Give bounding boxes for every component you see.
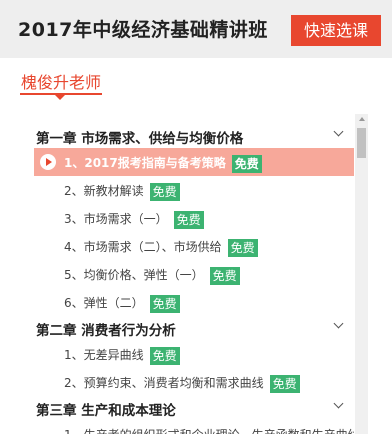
chapter-title: 第二章 消费者行为分析 xyxy=(36,323,176,339)
play-icon xyxy=(40,154,56,170)
scroll-up-arrow-icon[interactable] xyxy=(359,117,365,121)
lesson-item[interactable]: 2、新教材解读 免费 xyxy=(34,176,354,204)
lesson-row: 3、市场需求（一） 免费 xyxy=(64,210,204,229)
lesson-item[interactable]: 1、无差异曲线 免费 xyxy=(34,340,354,368)
caret-down-icon xyxy=(55,95,65,100)
lesson-title: 4、市场需求（二）、市场供给 xyxy=(64,240,222,254)
lesson-row: 6、弹性（二） 免费 xyxy=(64,294,180,313)
chapter-title: 第一章 市场需求、供给与均衡价格 xyxy=(36,131,244,147)
lesson-title: 2、预算约束、消费者均衡和需求曲线 xyxy=(64,376,264,390)
scrollbar-thumb[interactable] xyxy=(357,128,366,158)
free-badge: 免费 xyxy=(269,374,300,393)
lesson-title: 5、均衡价格、弹性（一） xyxy=(64,268,204,282)
lesson-item[interactable]: 1、生产者的组织形式和企业理论、生产函数和生产曲线免费 xyxy=(34,420,354,434)
lesson-list: 第一章 市场需求、供给与均衡价格 1、2017报考指南与备考策略 免费 2、新教材解读… xyxy=(34,124,354,434)
chapter-header[interactable]: 第三章 生产和成本理论 xyxy=(34,396,354,420)
free-badge: 免费 xyxy=(149,346,180,365)
lesson-title: 1、2017报考指南与备考策略 xyxy=(64,156,226,170)
lesson-title: 1、无差异曲线 xyxy=(64,348,144,362)
lesson-row: 1、2017报考指南与备考策略 免费 xyxy=(64,154,262,173)
free-badge: 免费 xyxy=(149,294,180,313)
chapter-header[interactable]: 第一章 市场需求、供给与均衡价格 xyxy=(34,124,354,148)
lesson-item[interactable]: 5、均衡价格、弹性（一） 免费 xyxy=(34,260,354,288)
lesson-row: 1、生产者的组织形式和企业理论、生产函数和生产曲线免费 xyxy=(64,426,354,434)
free-badge: 免费 xyxy=(149,182,180,201)
course-title: 2017年中级经济基础精讲班 xyxy=(18,19,268,41)
header-bar: 2017年中级经济基础精讲班 快速选课 xyxy=(0,0,392,58)
free-badge: 免费 xyxy=(209,266,240,285)
lesson-title: 1、生产者的组织形式和企业理论、生产函数和生产曲线 xyxy=(64,428,354,434)
lesson-row: 5、均衡价格、弹性（一） 免费 xyxy=(64,266,240,285)
chapter-header[interactable]: 第二章 消费者行为分析 xyxy=(34,316,354,340)
lesson-item[interactable]: 2、预算约束、消费者均衡和需求曲线 免费 xyxy=(34,368,354,396)
lesson-row: 1、无差异曲线 免费 xyxy=(64,346,180,365)
chevron-down-icon[interactable] xyxy=(333,398,344,409)
chevron-down-icon[interactable] xyxy=(333,126,344,137)
lesson-row: 2、预算约束、消费者均衡和需求曲线 免费 xyxy=(64,374,300,393)
free-badge: 免费 xyxy=(231,154,262,173)
free-badge: 免费 xyxy=(227,238,258,257)
lesson-title: 6、弹性（二） xyxy=(64,296,144,310)
lesson-item[interactable]: 1、2017报考指南与备考策略 免费 xyxy=(34,148,354,176)
quick-select-button[interactable]: 快速选课 xyxy=(291,15,381,46)
lesson-row: 4、市场需求（二）、市场供给 免费 xyxy=(64,238,258,257)
teacher-tab[interactable]: 槐俊升老师 xyxy=(21,69,101,93)
free-badge: 免费 xyxy=(173,210,204,229)
lesson-item[interactable]: 6、弹性（二） 免费 xyxy=(34,288,354,316)
lesson-title: 3、市场需求（一） xyxy=(64,212,168,226)
lesson-item[interactable]: 3、市场需求（一） 免费 xyxy=(34,204,354,232)
lesson-row: 2、新教材解读 免费 xyxy=(64,182,180,201)
scrollbar-track[interactable] xyxy=(355,114,368,434)
lesson-item[interactable]: 4、市场需求（二）、市场供给 免费 xyxy=(34,232,354,260)
lesson-title: 2、新教材解读 xyxy=(64,184,144,198)
chevron-down-icon[interactable] xyxy=(333,318,344,329)
chapter-title: 第三章 生产和成本理论 xyxy=(36,403,176,419)
